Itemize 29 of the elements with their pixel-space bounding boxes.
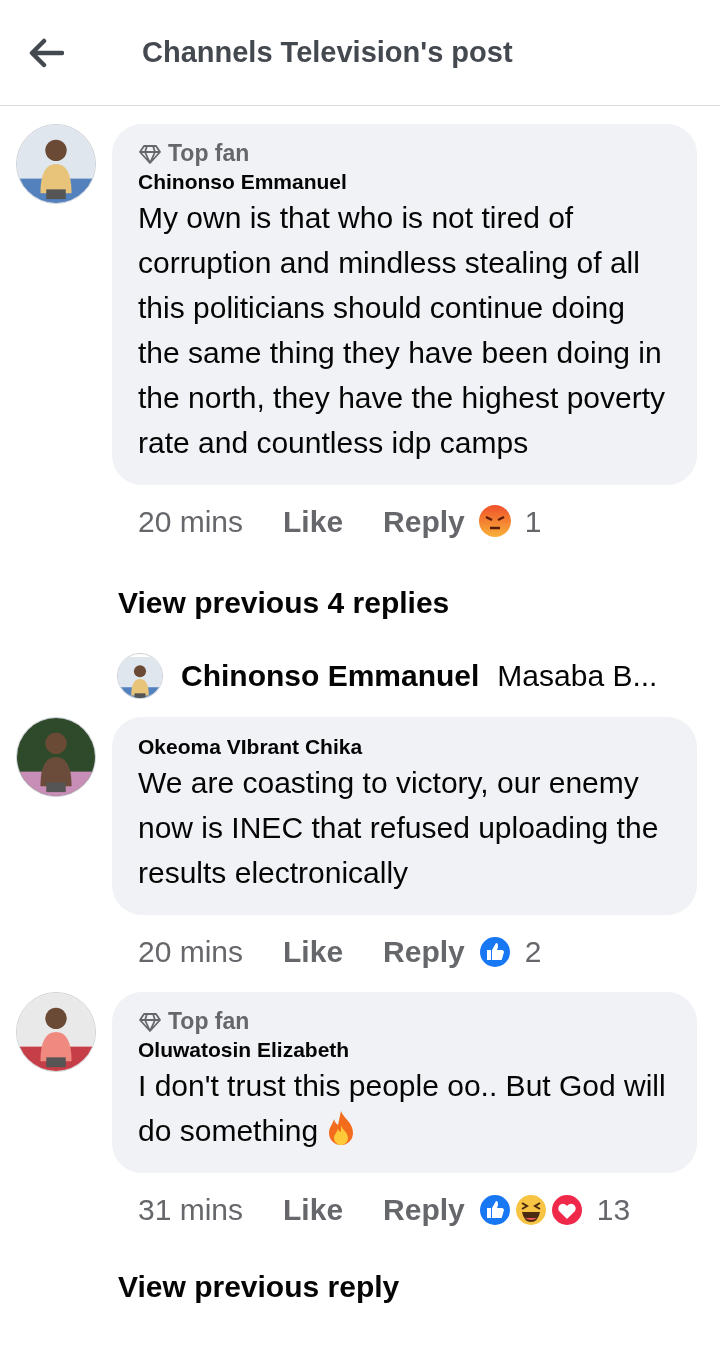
comment-text: My own is that who is not tired of corruption and mindless stealing of all this politicians should continue doing the same thing they have been doing in the north, they have the highest poverty rate and countless idp camps (138, 199, 666, 461)
reply-link[interactable]: Reply (383, 1187, 465, 1233)
post-title: Channels Television's post (142, 34, 513, 70)
angry-face-icon (476, 503, 513, 540)
view-replies-link[interactable]: View previous reply (118, 1264, 400, 1310)
back-button[interactable] (28, 37, 64, 68)
comment-text: I don't trust this people oo.. But God will do something (138, 1068, 667, 1150)
reply-link[interactable]: Reply (383, 929, 465, 975)
diamond-icon (138, 1012, 162, 1032)
reply-text: Masaba B... (497, 658, 658, 695)
reaction-count: 2 (524, 934, 542, 971)
timestamp: 20 mins (138, 503, 244, 540)
author-name[interactable]: Oluwatosin Elizabeth (138, 1035, 669, 1064)
author-name[interactable]: Chinonso Emmanuel (138, 167, 669, 195)
author-name[interactable]: Chinonso Emmanuel (181, 653, 480, 699)
like-link[interactable]: Like (283, 498, 344, 544)
timestamp: 20 mins (138, 934, 244, 971)
view-replies-link[interactable]: View previous 4 replies (118, 579, 450, 625)
comment-text: We are coasting to victory, our enemy now is INEC that refused uploading the results electronically (138, 765, 660, 892)
diamond-icon (138, 143, 162, 164)
reaction-count: 1 (524, 503, 542, 540)
reaction-count: 13 (596, 1192, 631, 1229)
top-fan-label: Top fan (168, 1008, 250, 1036)
author-name[interactable]: Okeoma VIbrant Chika (138, 732, 669, 761)
like-link[interactable]: Like (283, 1187, 344, 1233)
top-fan-label: Top fan (168, 140, 250, 168)
timestamp: 31 mins (138, 1192, 244, 1229)
reply-link[interactable]: Reply (383, 498, 465, 544)
like-link[interactable]: Like (283, 929, 344, 975)
